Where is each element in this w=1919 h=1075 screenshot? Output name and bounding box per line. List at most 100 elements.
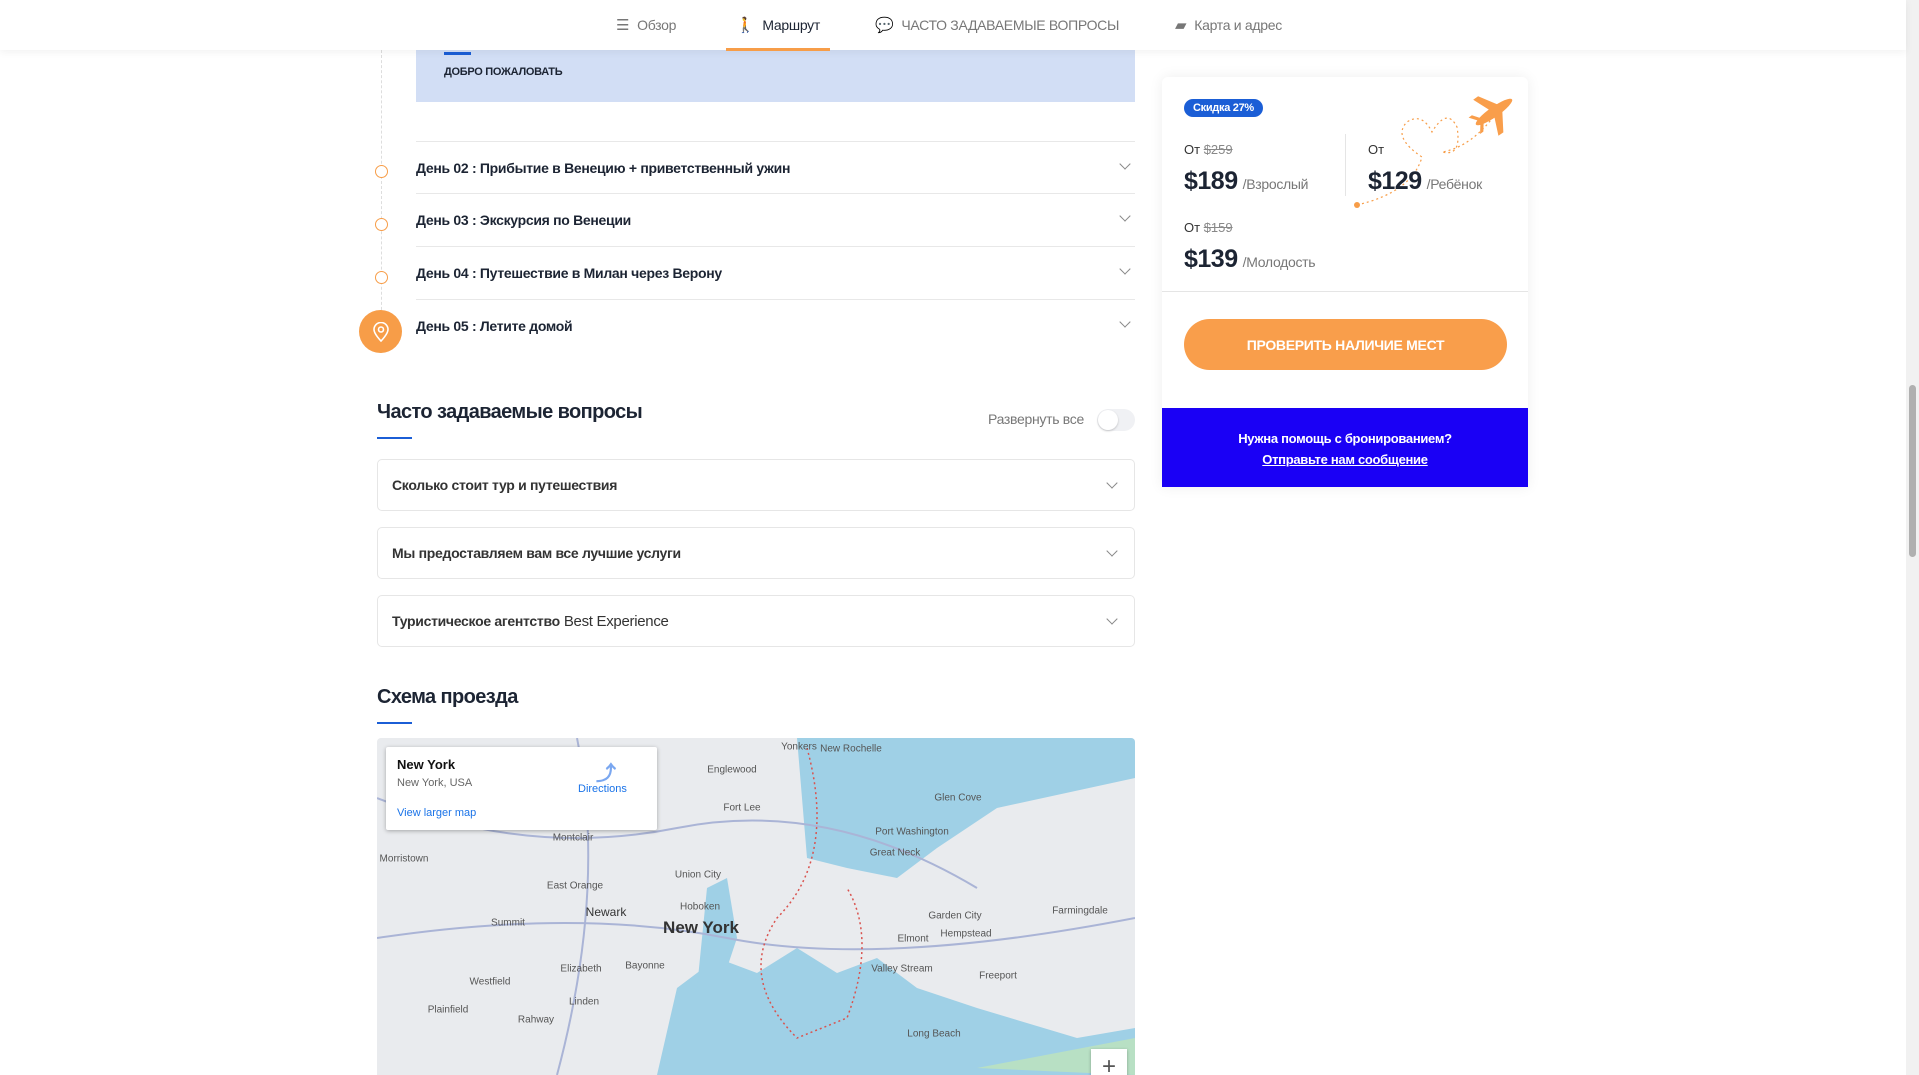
map-label: Hoboken: [679, 901, 721, 913]
from-label: От: [1184, 220, 1201, 235]
place-address: New York, USA: [397, 777, 473, 789]
welcome-heading: ДОБРО ПОЖАЛОВАТЬ: [444, 66, 563, 78]
tab-itinerary[interactable]: 🚶 Маршрут: [726, 0, 830, 51]
day-title: Прибытие в Венецию + приветственный ужин: [479, 160, 791, 176]
map-label: Great Neck: [869, 847, 921, 859]
map-label: Farmingdale: [1052, 905, 1108, 917]
help-text: Нужна помощь с бронированием?: [1238, 431, 1452, 446]
directions-link[interactable]: Directions: [578, 783, 627, 795]
discount-badge: Скидка 27%: [1184, 99, 1263, 117]
price-unit: /Взрослый: [1242, 176, 1309, 192]
map-label: Rahway: [517, 1014, 555, 1026]
day-row[interactable]: День 02 : Прибытие в Венецию + приветств…: [416, 141, 1135, 194]
day-number: День 03 :: [416, 212, 477, 228]
scrollbar[interactable]: [1906, 0, 1919, 1075]
map-label: Freeport: [979, 970, 1017, 982]
help-box: Нужна помощь с бронированием? Отправьте н…: [1162, 408, 1528, 487]
timeline-dot: [375, 165, 388, 178]
youth-price: $139/Молодость: [1184, 245, 1316, 274]
map-label: Port Washington: [875, 826, 949, 838]
map-label: New Rochelle: [820, 743, 882, 755]
map-label: East Orange: [546, 880, 604, 892]
day-title: Путешествие в Милан через Верону: [479, 265, 722, 281]
map-label: Linden: [568, 996, 600, 1008]
map-label: Long Beach: [907, 1028, 961, 1040]
day-title: Экскурсия по Венеции: [479, 212, 631, 228]
map-label: Garden City: [928, 910, 982, 922]
map-label: Englewood: [707, 764, 757, 776]
hiker-icon: 🚶: [736, 17, 755, 34]
day-number: День 02 :: [416, 160, 477, 176]
map-label: Valley Stream: [871, 963, 933, 975]
chevron-down-icon: [1106, 613, 1118, 625]
tab-faq[interactable]: 💬 ЧАСТО ЗАДАВАЕМЫЕ ВОПРОСЫ: [875, 0, 1119, 50]
embedded-map[interactable]: Yonkers New Rochelle Englewood Fort Lee …: [377, 738, 1135, 1075]
map-info-card: New York New York, USA ⤴ Directions View…: [386, 747, 657, 830]
zoom-in-button[interactable]: +: [1091, 1049, 1127, 1075]
directions-icon[interactable]: ⤴: [596, 757, 616, 786]
faq-item[interactable]: Мы предоставляем вам все лучшие услуги: [377, 527, 1135, 579]
map-label: Bayonne: [625, 960, 665, 972]
expand-all-toggle[interactable]: [1097, 409, 1135, 431]
day-title: Летите домой: [479, 318, 573, 334]
list-icon: ☰: [616, 17, 630, 34]
adult-from: От $259: [1184, 142, 1233, 157]
divider: [1345, 134, 1346, 196]
tab-label: Маршрут: [762, 17, 820, 33]
map-heading: Схема проезда: [377, 686, 518, 708]
map-label: Hempstead: [940, 928, 992, 940]
divider: [1162, 291, 1528, 292]
faq-question: Туристическое агентство: [392, 613, 560, 629]
expand-all-label: Развернуть все: [988, 411, 1084, 427]
day-row[interactable]: День 05 : Летите домой: [416, 299, 1135, 352]
accent-bar: [444, 52, 471, 55]
adult-price: $189/Взрослый: [1184, 167, 1309, 196]
send-message-link[interactable]: Отправьте нам сообщение: [1162, 449, 1528, 470]
map-label: Glen Cove: [934, 792, 982, 804]
child-from: От: [1368, 142, 1385, 157]
chevron-down-icon: [1106, 545, 1118, 557]
timeline-dot: [375, 218, 388, 231]
old-price: $159: [1203, 220, 1233, 235]
map-label: Morristown: [379, 853, 429, 865]
price-value: $189: [1184, 167, 1238, 195]
tab-label: ЧАСТО ЗАДАВАЕМЫЕ ВОПРОСЫ: [901, 17, 1120, 33]
booking-card: Скидка 27% От $259 $189/Взрослый От $129…: [1162, 77, 1528, 487]
section-nav: ☰ Обзор 🚶 Маршрут 💬 ЧАСТО ЗАДАВАЕМЫЕ ВОПРОС…: [0, 0, 1906, 51]
price-unit: /Ребёнок: [1426, 176, 1483, 192]
location-pin-icon: [359, 310, 402, 353]
faq-question: Сколько стоит тур и путешествия: [392, 477, 618, 493]
child-price: $129/Ребёнок: [1368, 167, 1482, 196]
price-unit: /Молодость: [1242, 254, 1316, 270]
old-price: $259: [1203, 142, 1233, 157]
chat-icon: 💬: [875, 17, 894, 34]
view-larger-map-link[interactable]: View larger map: [397, 807, 476, 819]
from-label: От: [1184, 142, 1201, 157]
map-label: Westfield: [469, 976, 511, 988]
map-label: Elizabeth: [560, 963, 602, 975]
chevron-down-icon: [1119, 210, 1131, 222]
chevron-down-icon: [1119, 316, 1131, 328]
tab-label: Карта и адрес: [1194, 17, 1282, 33]
map-label: Plainfield: [427, 1004, 469, 1016]
tab-overview[interactable]: ☰ Обзор: [616, 0, 676, 50]
map-label: Montclair: [552, 832, 594, 844]
day-number: День 04 :: [416, 265, 477, 281]
day-01-content: ДОБРО ПОЖАЛОВАТЬ: [416, 50, 1135, 102]
heading-underline: [377, 437, 412, 439]
faq-item[interactable]: Сколько стоит тур и путешествия: [377, 459, 1135, 511]
map-label: Fort Lee: [723, 802, 761, 814]
faq-heading: Часто задаваемые вопросы: [377, 401, 643, 423]
scrollbar-thumb[interactable]: [1909, 385, 1916, 557]
timeline-dot: [375, 271, 388, 284]
day-row[interactable]: День 03 : Экскурсия по Венеции: [416, 193, 1135, 246]
faq-item[interactable]: Туристическое агентство Best Experience: [377, 595, 1135, 647]
map-icon: ▰: [1175, 17, 1187, 34]
tab-map[interactable]: ▰ Карта и адрес: [1175, 0, 1282, 50]
map-label: Summit: [491, 917, 525, 929]
heading-underline: [377, 722, 412, 724]
check-availability-button[interactable]: ПРОВЕРИТЬ НАЛИЧИЕ МЕСТ: [1184, 319, 1507, 370]
day-number: День 05 :: [416, 318, 477, 334]
day-row[interactable]: День 04 : Путешествие в Милан через Веро…: [416, 246, 1135, 299]
youth-from: От $159: [1184, 220, 1233, 235]
